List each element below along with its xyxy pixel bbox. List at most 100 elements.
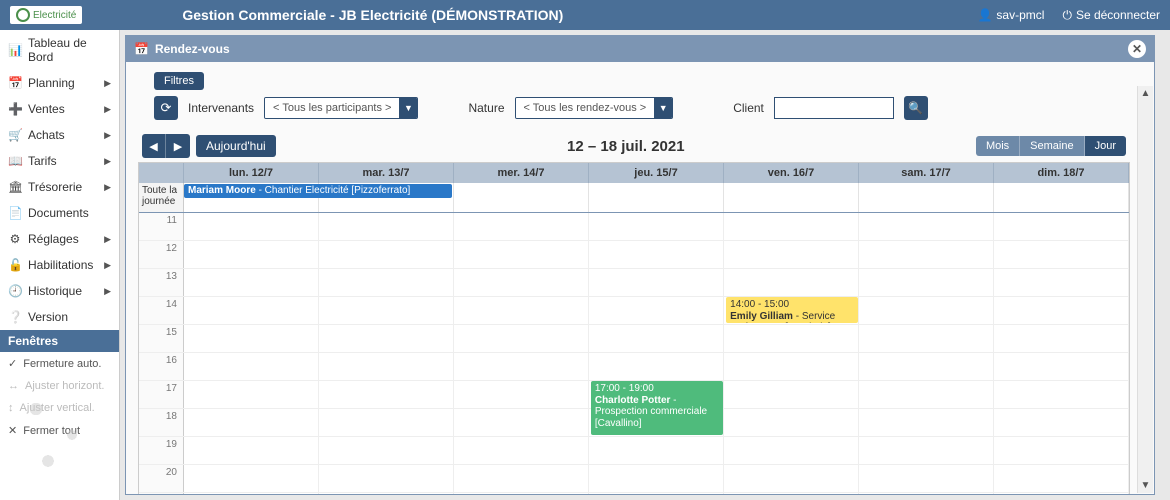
calendar-cell[interactable] xyxy=(454,325,589,352)
sidebar-item-10[interactable]: ❔ Version xyxy=(0,304,119,330)
calendar-cell[interactable] xyxy=(589,325,724,352)
calendar-cell[interactable] xyxy=(859,493,994,494)
calendar-cell[interactable] xyxy=(454,269,589,296)
prev-button[interactable]: ◀ xyxy=(142,134,166,158)
sidebar-item-3[interactable]: 🛒 Achats ▶ xyxy=(0,122,119,148)
sidebar-item-9[interactable]: 🕘 Historique ▶ xyxy=(0,278,119,304)
close-icon[interactable]: ✕ xyxy=(1128,40,1146,58)
calendar-cell[interactable] xyxy=(994,409,1129,436)
calendar-cell[interactable] xyxy=(319,409,454,436)
calendar-cell[interactable] xyxy=(994,465,1129,492)
calendar-cell[interactable] xyxy=(724,493,859,494)
calendar-cell[interactable] xyxy=(589,297,724,324)
calendar-cell[interactable] xyxy=(184,409,319,436)
calendar-cell[interactable] xyxy=(589,437,724,464)
day-header-6[interactable]: dim. 18/7 xyxy=(994,163,1129,183)
calendar-cell[interactable] xyxy=(859,325,994,352)
calendar-cell[interactable] xyxy=(454,381,589,408)
calendar-cell[interactable] xyxy=(319,437,454,464)
next-button[interactable]: ▶ xyxy=(166,134,190,158)
calendar-cell[interactable] xyxy=(589,269,724,296)
calendar-cell[interactable] xyxy=(994,241,1129,268)
calendar-event[interactable]: 14:00 - 15:00Emily Gilliam - Service apr… xyxy=(726,297,858,323)
window-titlebar[interactable]: 📅 Rendez-vous ✕ xyxy=(126,36,1154,62)
calendar-cell[interactable] xyxy=(994,353,1129,380)
sidebar-item-8[interactable]: 🔓 Habilitations ▶ xyxy=(0,252,119,278)
calendar-cell[interactable] xyxy=(184,297,319,324)
calendar-cell[interactable] xyxy=(319,297,454,324)
calendar-cell[interactable] xyxy=(319,493,454,494)
sidebar-item-7[interactable]: ⚙ Réglages ▶ xyxy=(0,226,119,252)
allday-cell[interactable] xyxy=(724,183,859,212)
calendar-cell[interactable] xyxy=(724,241,859,268)
sidebar-item-4[interactable]: 📖 Tarifs ▶ xyxy=(0,148,119,174)
search-button[interactable]: 🔍 xyxy=(904,96,928,120)
calendar-cell[interactable] xyxy=(319,325,454,352)
refresh-button[interactable]: ⟳ xyxy=(154,96,178,120)
calendar-cell[interactable] xyxy=(859,437,994,464)
calendar-cell[interactable] xyxy=(454,213,589,240)
calendar-cell[interactable] xyxy=(454,353,589,380)
day-header-2[interactable]: mer. 14/7 xyxy=(454,163,589,183)
calendar-cell[interactable] xyxy=(589,493,724,494)
allday-cell[interactable] xyxy=(994,183,1129,212)
calendar-cell[interactable] xyxy=(319,381,454,408)
calendar-cell[interactable] xyxy=(724,465,859,492)
today-button[interactable]: Aujourd'hui xyxy=(196,135,276,157)
user-menu[interactable]: 👤 sav-pmcl xyxy=(977,8,1044,22)
view-month-button[interactable]: Mois xyxy=(976,136,1020,156)
calendar-cell[interactable] xyxy=(859,409,994,436)
calendar-cell[interactable] xyxy=(994,213,1129,240)
calendar-cell[interactable] xyxy=(589,213,724,240)
allday-event[interactable]: Mariam Moore - Chantier Electricité [Piz… xyxy=(184,184,452,198)
allday-cell[interactable] xyxy=(859,183,994,212)
calendar-cell[interactable] xyxy=(184,353,319,380)
calendar-cell[interactable] xyxy=(994,325,1129,352)
calendar-cell[interactable] xyxy=(184,241,319,268)
calendar-cell[interactable] xyxy=(184,381,319,408)
sidebar-item-5[interactable]: 🏛 Trésorerie ▶ xyxy=(0,174,119,200)
filters-pill[interactable]: Filtres xyxy=(154,72,204,90)
sidebar-item-6[interactable]: 📄 Documents xyxy=(0,200,119,226)
client-input[interactable] xyxy=(774,97,894,119)
view-day-button[interactable]: Jour xyxy=(1085,136,1126,156)
calendar-cell[interactable] xyxy=(724,325,859,352)
calendar-cell[interactable] xyxy=(994,381,1129,408)
calendar-cell[interactable] xyxy=(184,437,319,464)
calendar-cell[interactable] xyxy=(319,465,454,492)
calendar-cell[interactable] xyxy=(994,269,1129,296)
calendar-cell[interactable] xyxy=(184,465,319,492)
calendar-cell[interactable] xyxy=(859,297,994,324)
calendar-cell[interactable] xyxy=(589,465,724,492)
calendar-cell[interactable] xyxy=(859,241,994,268)
logout-button[interactable]: ⏻ Se déconnecter xyxy=(1062,8,1160,23)
calendar-cell[interactable] xyxy=(724,409,859,436)
calendar-cell[interactable] xyxy=(724,353,859,380)
calendar-cell[interactable] xyxy=(454,241,589,268)
calendar-cell[interactable] xyxy=(589,353,724,380)
calendar-cell[interactable] xyxy=(454,493,589,494)
nature-select[interactable]: < Tous les rendez-vous > ▼ xyxy=(515,97,674,119)
calendar-cell[interactable] xyxy=(184,325,319,352)
allday-cell[interactable] xyxy=(589,183,724,212)
calendar-cell[interactable] xyxy=(994,297,1129,324)
day-header-3[interactable]: jeu. 15/7 xyxy=(589,163,724,183)
view-week-button[interactable]: Semaine xyxy=(1020,136,1084,156)
sidebar-item-2[interactable]: ➕ Ventes ▶ xyxy=(0,96,119,122)
calendar-cell[interactable] xyxy=(454,465,589,492)
calendar-cell[interactable] xyxy=(724,437,859,464)
calendar-cell[interactable] xyxy=(184,269,319,296)
intervenants-select[interactable]: < Tous les participants > ▼ xyxy=(264,97,418,119)
calendar-cell[interactable] xyxy=(589,241,724,268)
sidebar-item-0[interactable]: 📊 Tableau de Bord xyxy=(0,30,119,70)
calendar-cell[interactable] xyxy=(994,437,1129,464)
calendar-cell[interactable] xyxy=(319,213,454,240)
hour-grid[interactable]: 111213141516171819202117:00 - 19:00Charl… xyxy=(139,213,1129,494)
calendar-cell[interactable] xyxy=(319,269,454,296)
allday-cell[interactable] xyxy=(454,183,589,212)
calendar-cell[interactable] xyxy=(454,297,589,324)
calendar-cell[interactable] xyxy=(859,269,994,296)
calendar-cell[interactable] xyxy=(319,241,454,268)
calendar-cell[interactable] xyxy=(859,381,994,408)
calendar-cell[interactable] xyxy=(859,213,994,240)
